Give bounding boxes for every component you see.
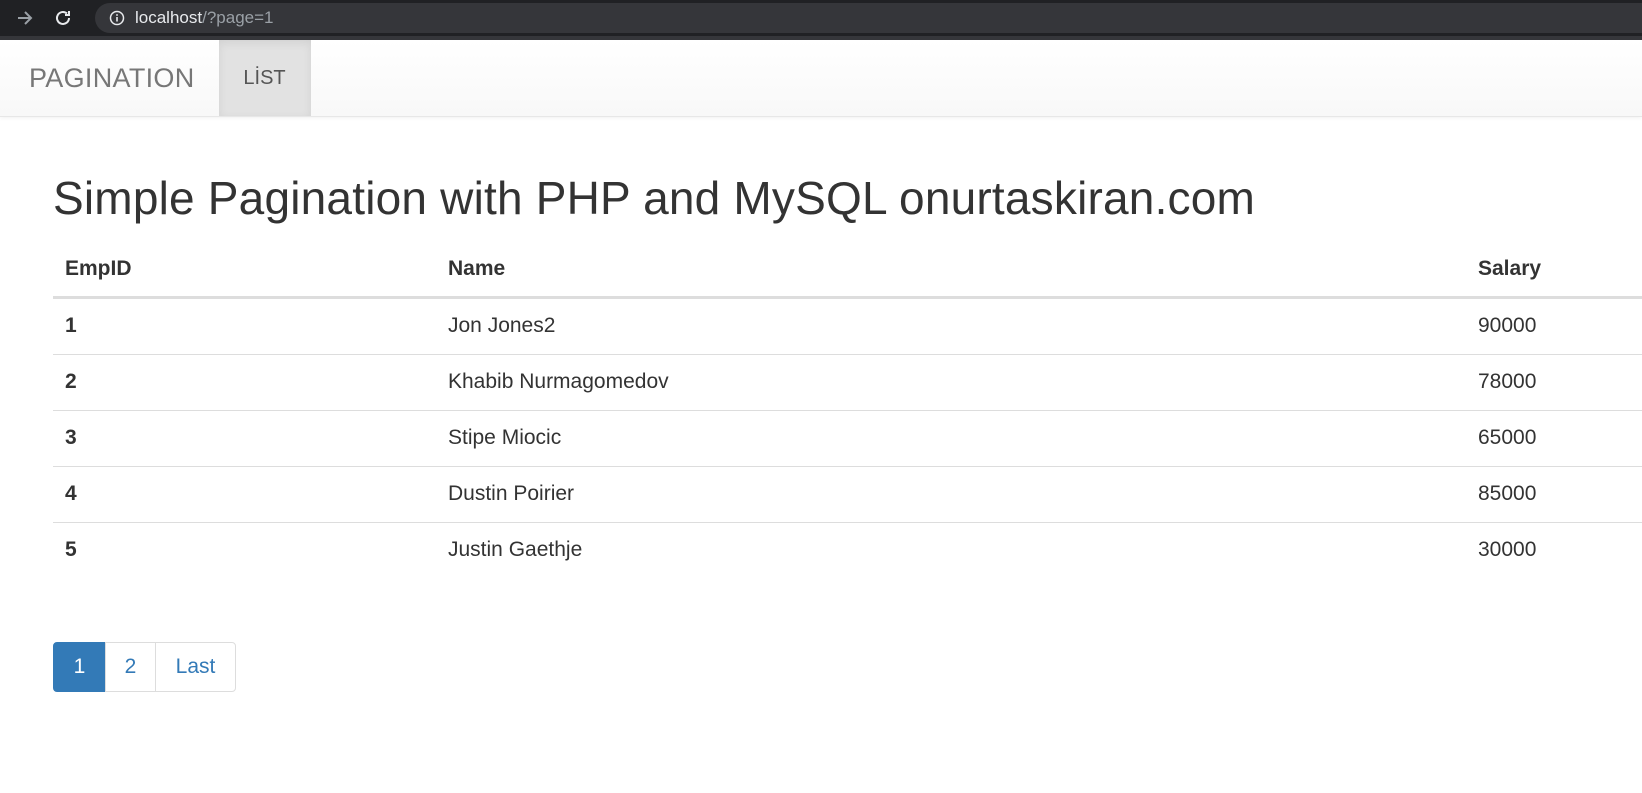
cell-salary: 90000 bbox=[1478, 314, 1537, 338]
page-link-2[interactable]: 2 bbox=[105, 641, 156, 692]
pagination: 1 2 Last bbox=[53, 641, 1642, 692]
page-title: Simple Pagination with PHP and MySQL onu… bbox=[53, 172, 1256, 224]
table-row: 1 Jon Jones2 90000 bbox=[53, 297, 1642, 354]
cell-empid: 3 bbox=[53, 409, 436, 467]
table-header-row: EmpID Name Salary bbox=[53, 241, 1642, 299]
navbar: PAGINATION LİST bbox=[0, 40, 1642, 117]
column-header-empid: EmpID bbox=[53, 241, 436, 299]
column-header-salary: Salary bbox=[1466, 241, 1642, 299]
cell-name: Justin Gaethje bbox=[436, 521, 1466, 578]
cell-empid: 1 bbox=[65, 314, 77, 338]
browser-toolbar: localhost/?page=1 bbox=[0, 0, 1642, 40]
column-header-name: Name bbox=[436, 241, 1466, 299]
cell-salary: 30000 bbox=[1466, 521, 1642, 578]
cell-name: Stipe Miocic bbox=[436, 409, 1466, 467]
reload-icon[interactable] bbox=[48, 3, 78, 33]
table-row: 3 Stipe Miocic 65000 bbox=[53, 409, 1642, 467]
cell-salary: 85000 bbox=[1466, 465, 1642, 523]
url-path: /?page=1 bbox=[202, 8, 274, 27]
cell-salary: 65000 bbox=[1466, 409, 1642, 467]
nav-item-list[interactable]: LİST bbox=[218, 40, 311, 116]
main-content: Simple Pagination with PHP and MySQL onu… bbox=[0, 173, 1642, 692]
page-link-last[interactable]: Last bbox=[155, 641, 236, 692]
cell-empid: 4 bbox=[53, 465, 436, 523]
url-host: localhost bbox=[135, 8, 203, 27]
cell-name: Jon Jones2 bbox=[448, 314, 556, 338]
info-icon[interactable] bbox=[109, 10, 125, 26]
table-row: 5 Justin Gaethje 30000 bbox=[53, 521, 1642, 578]
table-row: 4 Dustin Poirier 85000 bbox=[53, 465, 1642, 523]
cell-empid: 5 bbox=[53, 521, 436, 578]
navbar-brand[interactable]: PAGINATION bbox=[0, 40, 219, 116]
page-link-1[interactable]: 1 bbox=[53, 641, 106, 692]
address-bar[interactable]: localhost/?page=1 bbox=[95, 3, 1642, 33]
cell-name: Dustin Poirier bbox=[436, 465, 1466, 523]
cell-name: Khabib Nurmagomedov bbox=[436, 353, 1466, 411]
cell-empid: 2 bbox=[53, 353, 436, 411]
cell-salary: 78000 bbox=[1466, 353, 1642, 411]
forward-arrow-icon[interactable] bbox=[10, 3, 40, 33]
employee-table: EmpID Name Salary 1 Jon Jones2 90000 2 K… bbox=[53, 241, 1642, 578]
table-row: 2 Khabib Nurmagomedov 78000 bbox=[53, 353, 1642, 411]
